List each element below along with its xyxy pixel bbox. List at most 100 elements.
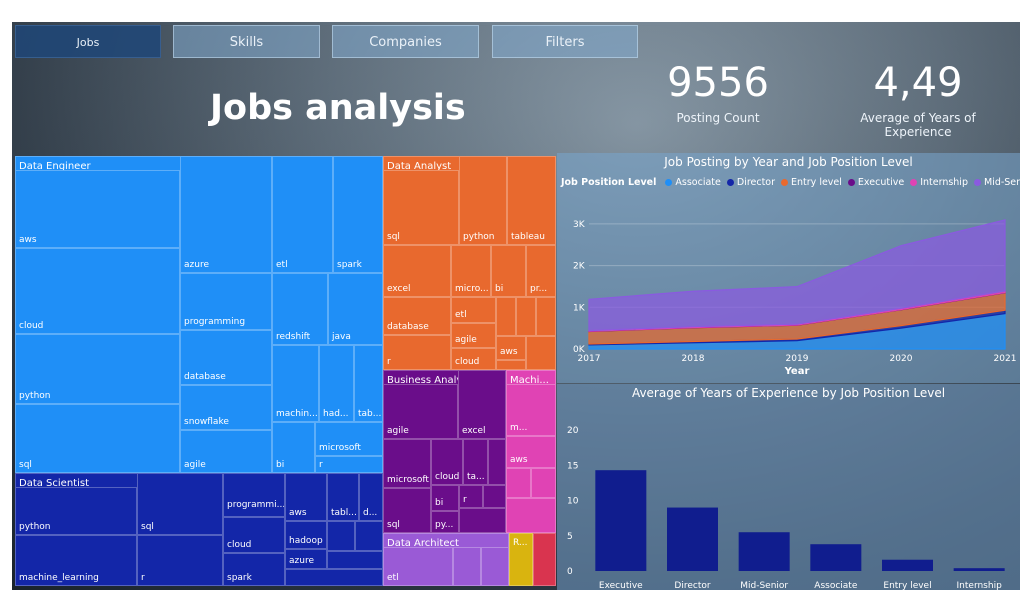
treemap-cell[interactable]: excel [458,370,506,439]
y-tick-label: 0 [567,567,573,577]
treemap-cell[interactable] [531,468,556,498]
treemap-cell[interactable]: agile [451,323,496,348]
treemap-cell[interactable] [459,508,506,533]
treemap-cell[interactable]: sql [15,404,180,473]
treemap-cell[interactable]: python [15,487,137,535]
treemap-cell[interactable] [496,297,516,336]
treemap-cell[interactable]: aws [285,473,327,521]
avg-experience-label: Average of Years of Experience [860,111,976,139]
y-tick-label: 10 [567,497,579,507]
x-tick-label: 2017 [578,354,601,364]
x-tick-label: 2018 [682,354,705,364]
treemap-cell[interactable]: pr... [526,245,556,297]
tab-companies[interactable]: Companies [332,25,479,58]
treemap-cell[interactable]: micro... [451,245,491,297]
treemap-cell[interactable]: programmi... [223,473,285,517]
treemap-cell[interactable] [483,485,506,508]
treemap-cell[interactable] [516,297,536,336]
treemap-cell[interactable]: d... [359,473,383,521]
bar [882,559,933,571]
treemap-cell[interactable]: microsoft [383,439,431,488]
treemap-cell[interactable] [506,468,531,498]
tab-filters[interactable]: Filters [492,25,638,58]
treemap-cell[interactable]: sql [383,170,459,245]
treemap-group-other[interactable] [533,533,556,586]
treemap-cell[interactable]: bi [272,422,315,473]
treemap-cell[interactable]: programming [180,273,272,330]
treemap-cell[interactable]: bi [491,245,526,297]
treemap-cell[interactable]: tab... [354,345,383,422]
x-tick-label: 2021 [994,354,1017,364]
x-tick-label: 2019 [786,354,809,364]
treemap-cell[interactable] [285,569,383,586]
treemap-cell[interactable]: tableau [507,156,556,245]
treemap-cell[interactable]: cloud [15,248,180,334]
treemap-cell[interactable]: aws [496,336,526,360]
treemap-cell[interactable] [488,439,506,485]
treemap-cell[interactable]: cloud [223,517,285,553]
y-tick-label: 3K [573,220,586,230]
treemap-cell[interactable]: sql [383,488,431,533]
treemap-cell[interactable] [355,521,383,551]
treemap-cell[interactable]: sql [137,473,223,535]
treemap-cell[interactable]: machin... [272,345,319,422]
treemap-cell[interactable]: redshift [272,273,328,345]
x-tick-label: Entry level [883,581,931,590]
treemap-cell[interactable]: r [315,456,383,473]
treemap-cell[interactable]: r [459,485,483,508]
treemap-cell[interactable]: database [180,330,272,385]
treemap-cell[interactable]: spark [223,553,285,586]
tab-jobs[interactable]: Jobs [15,25,161,58]
treemap-cell[interactable]: agile [180,430,272,473]
y-tick-label: 20 [567,426,579,436]
treemap-cell[interactable]: excel [383,245,451,297]
treemap-cell[interactable] [453,547,481,586]
line-chart-svg: 0K1K2K3K2017 2018 2019 2020 2021Year [573,219,1017,377]
treemap-cell[interactable]: bi [431,485,459,511]
treemap-cell[interactable]: azure [180,156,272,273]
skills-treemap: Data Engineer aws cloud python sql azure… [15,156,556,586]
treemap-cell[interactable]: cloud [451,348,496,370]
treemap-cell[interactable]: spark [333,156,383,273]
treemap-cell[interactable] [327,551,383,569]
treemap-cell[interactable]: m... [506,384,556,436]
treemap-cell[interactable]: hadoop [285,521,327,549]
bar [738,532,790,571]
treemap-cell[interactable]: cloud [431,439,463,485]
treemap-cell[interactable]: database [383,297,451,335]
treemap-cell[interactable]: azure [285,549,327,569]
treemap-cell[interactable]: etl [272,156,333,273]
treemap-cell[interactable]: etl [451,297,496,323]
x-tick-label: Mid-Senior [740,581,788,590]
treemap-cell[interactable]: aws [506,436,556,468]
x-axis-label: Year [784,366,810,377]
treemap-group-other[interactable]: R... [509,533,533,586]
treemap-cell[interactable]: etl [383,547,453,586]
treemap-cell[interactable]: ta... [463,439,488,485]
treemap-cell[interactable]: machine_learning [15,535,137,586]
treemap-cell[interactable] [526,336,556,370]
treemap-cell[interactable]: r [383,335,451,370]
treemap-cell[interactable] [327,521,355,551]
treemap-cell[interactable]: python [15,334,180,404]
bar [595,470,647,571]
treemap-cell[interactable]: java [328,273,383,345]
treemap-cell[interactable]: snowflake [180,385,272,430]
experience-bar-chart: Average of Years of Experience by Job Po… [557,384,1020,590]
treemap-cell[interactable] [506,498,556,533]
posting-count-label: Posting Count [676,111,760,125]
posting-count-value: 9556 [667,60,769,106]
treemap-cell[interactable]: tabl... [327,473,359,521]
treemap-cell[interactable]: aws [15,170,180,248]
treemap-cell[interactable]: python [459,156,507,245]
treemap-cell[interactable] [481,547,509,586]
job-posting-line-chart: Job Posting by Year and Job Position Lev… [557,153,1020,383]
treemap-cell[interactable]: agile [383,384,458,439]
treemap-cell[interactable] [536,297,556,336]
treemap-cell[interactable]: py... [431,511,459,533]
treemap-cell[interactable]: had... [319,345,354,422]
treemap-cell[interactable]: microsoft [315,422,383,456]
treemap-cell[interactable]: r [137,535,223,586]
tab-skills[interactable]: Skills [173,25,320,58]
treemap-cell[interactable] [496,360,526,370]
